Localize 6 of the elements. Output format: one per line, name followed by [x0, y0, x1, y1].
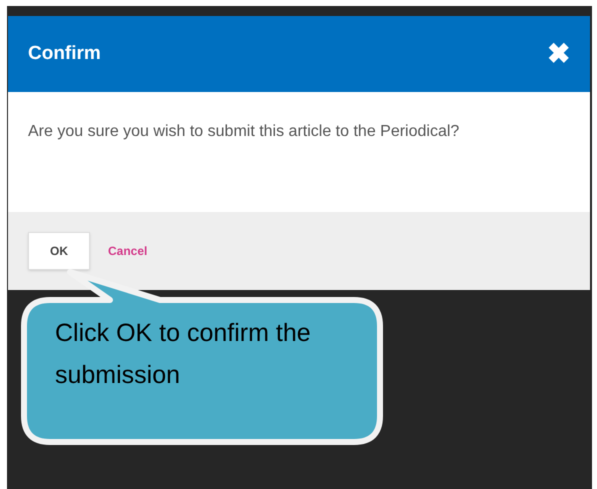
ok-button[interactable]: OK	[28, 232, 90, 270]
callout-text: Click OK to confirm the submission	[55, 318, 312, 391]
dialog-message: Are you sure you wish to submit this article to the Periodical?	[28, 122, 460, 142]
dialog-title: Confirm	[28, 42, 101, 66]
close-button[interactable]: ✖	[547, 40, 570, 68]
cancel-link[interactable]: Cancel	[108, 242, 148, 260]
